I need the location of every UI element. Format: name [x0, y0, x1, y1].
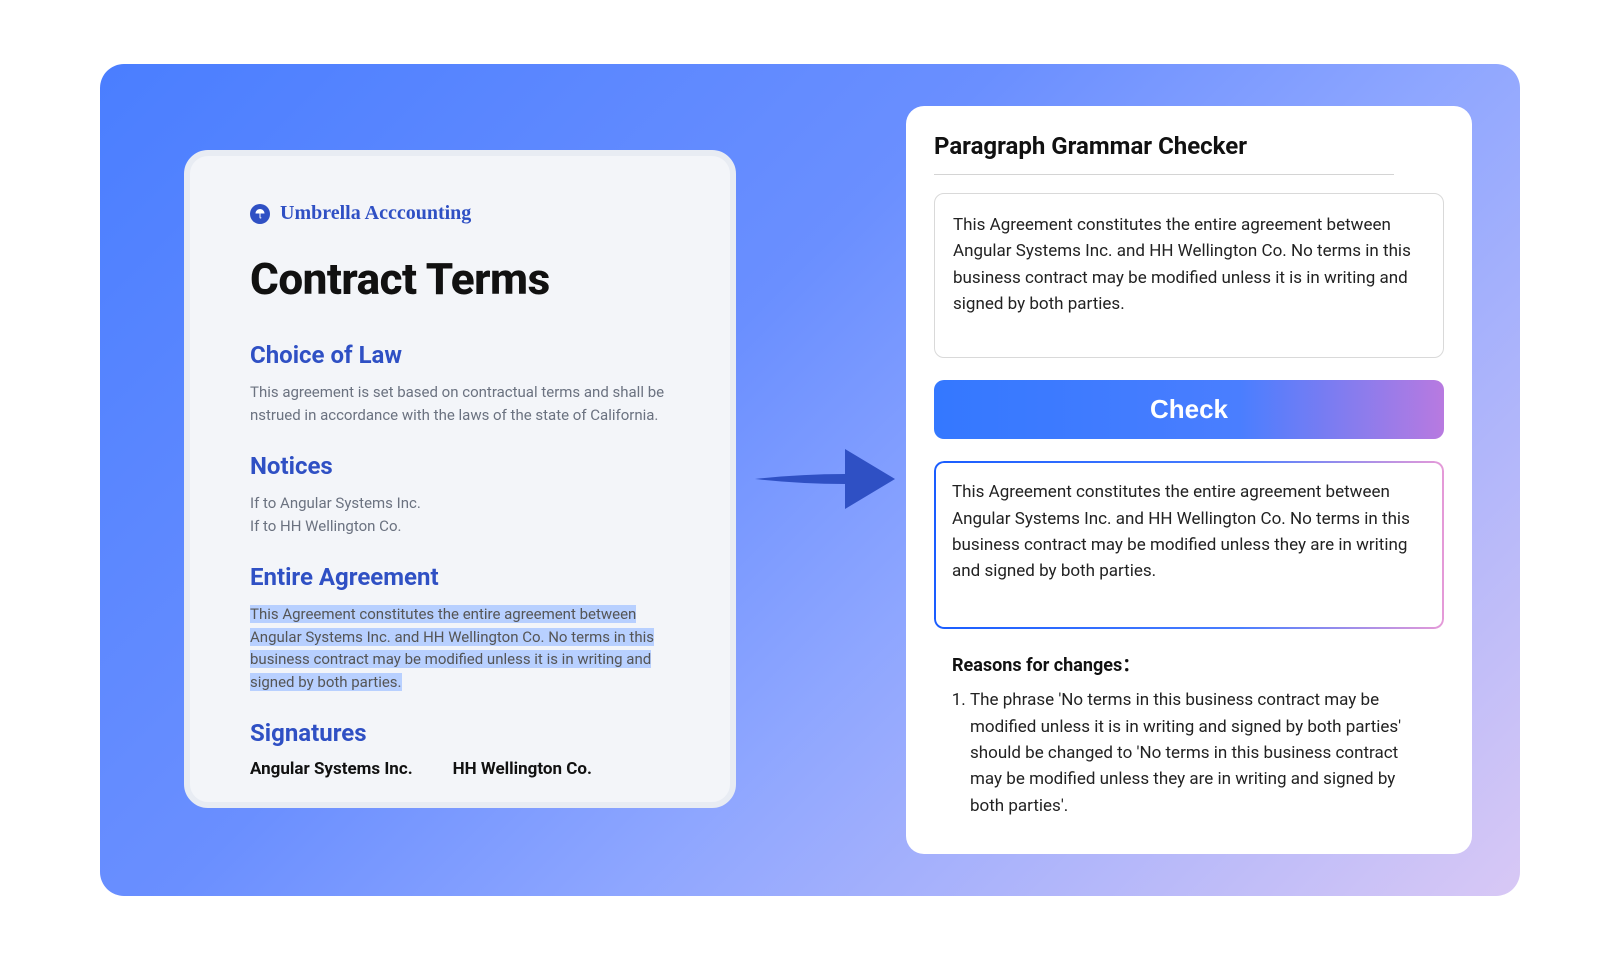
brand-row: Umbrella Acccounting [250, 202, 670, 225]
arrow-right-icon [750, 434, 900, 524]
reason-item: The phrase 'No terms in this business co… [970, 687, 1430, 819]
section-body-choice: This agreement is set based on contractu… [250, 381, 670, 426]
section-heading-notices: Notices [250, 452, 670, 480]
checker-title: Paragraph Grammar Checker [934, 132, 1394, 175]
section-body-entire[interactable]: This Agreement constitutes the entire ag… [250, 603, 670, 693]
check-button[interactable]: Check [934, 380, 1444, 439]
reasons-list: The phrase 'No terms in this business co… [934, 687, 1444, 819]
signatures-row: Angular Systems Inc. HH Wellington Co. [250, 759, 670, 779]
highlighted-paragraph[interactable]: This Agreement constitutes the entire ag… [250, 605, 654, 691]
signature-2: HH Wellington Co. [453, 759, 592, 779]
output-textarea: This Agreement constitutes the entire ag… [934, 461, 1444, 629]
section-body-notices: If to Angular Systems Inc. If to HH Well… [250, 492, 670, 537]
contract-title: Contract Terms [250, 253, 670, 305]
section-heading-signatures: Signatures [250, 719, 670, 747]
contract-card: Umbrella Acccounting Contract Terms Choi… [184, 150, 736, 808]
brand-name: Umbrella Acccounting [280, 202, 471, 225]
section-heading-choice: Choice of Law [250, 341, 670, 369]
reasons-label: Reasons for changes： [934, 651, 1444, 677]
input-textarea[interactable]: This Agreement constitutes the entire ag… [934, 193, 1444, 358]
section-heading-entire: Entire Agreement [250, 563, 670, 591]
signature-1: Angular Systems Inc. [250, 759, 413, 779]
umbrella-icon [250, 204, 270, 224]
canvas: Umbrella Acccounting Contract Terms Choi… [100, 64, 1520, 896]
notice-line-1: If to Angular Systems Inc. [250, 492, 670, 515]
notice-line-2: If to HH Wellington Co. [250, 515, 670, 538]
grammar-checker-card: Paragraph Grammar Checker This Agreement… [906, 106, 1472, 854]
